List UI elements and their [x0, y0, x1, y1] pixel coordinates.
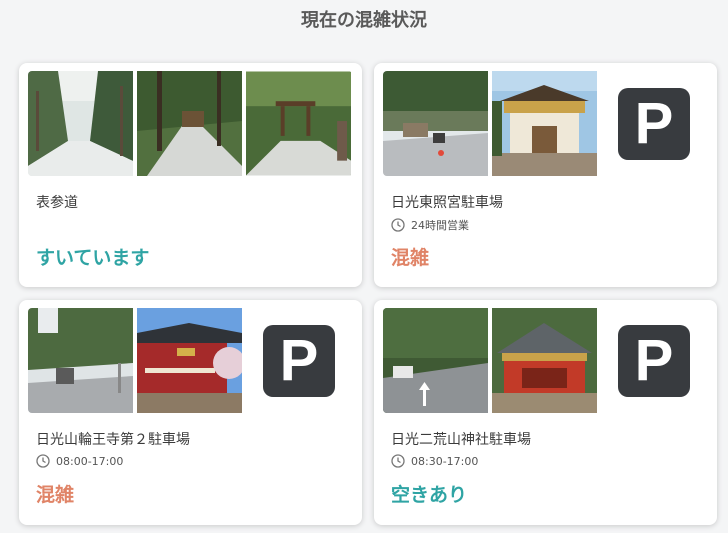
- location-photo: [137, 308, 242, 413]
- congestion-page: 現在の混雑状況 表参道 すいています P 日光東照宮駐車場 24時間営業 混雑 …: [0, 0, 728, 533]
- congestion-status: 混雑: [391, 247, 430, 269]
- opening-hours: 24時間営業: [391, 217, 469, 233]
- page-title: 現在の混雑状況: [301, 10, 427, 31]
- clock-icon: [391, 218, 405, 232]
- opening-hours-text: 24時間営業: [411, 219, 469, 232]
- opening-hours-text: 08:30-17:00: [411, 454, 479, 468]
- location-card-futarasan-parking[interactable]: P 日光二荒山神社駐車場 08:30-17:00 空きあり: [374, 300, 717, 525]
- clock-icon: [36, 454, 50, 468]
- opening-hours-text: 08:00-17:00: [56, 454, 124, 468]
- location-photo: [28, 308, 133, 413]
- location-photo: [383, 71, 488, 176]
- location-photo: [383, 308, 488, 413]
- location-photo: [137, 71, 242, 176]
- clock-icon: [391, 454, 405, 468]
- opening-hours: 08:30-17:00: [391, 454, 478, 468]
- parking-icon: P: [618, 325, 690, 397]
- congestion-status: 混雑: [36, 484, 75, 506]
- location-name: 表参道: [36, 195, 78, 211]
- opening-hours: 08:00-17:00: [36, 454, 123, 468]
- parking-icon: P: [263, 325, 335, 397]
- congestion-status: 空きあり: [391, 484, 468, 506]
- location-photo: [28, 71, 133, 176]
- congestion-status: すいています: [36, 247, 150, 269]
- location-name: 日光山輪王寺第２駐車場: [36, 432, 190, 448]
- location-card-omotesando[interactable]: 表参道 すいています: [19, 63, 362, 287]
- location-photo: [492, 308, 597, 413]
- location-photo: [246, 71, 352, 176]
- location-card-toshogu-parking[interactable]: P 日光東照宮駐車場 24時間営業 混雑: [374, 63, 717, 287]
- location-name: 日光東照宮駐車場: [391, 195, 503, 211]
- location-photo: [492, 71, 597, 176]
- location-card-rinnoji-parking[interactable]: P 日光山輪王寺第２駐車場 08:00-17:00 混雑: [19, 300, 362, 525]
- parking-icon: P: [618, 88, 690, 160]
- location-name: 日光二荒山神社駐車場: [391, 432, 531, 448]
